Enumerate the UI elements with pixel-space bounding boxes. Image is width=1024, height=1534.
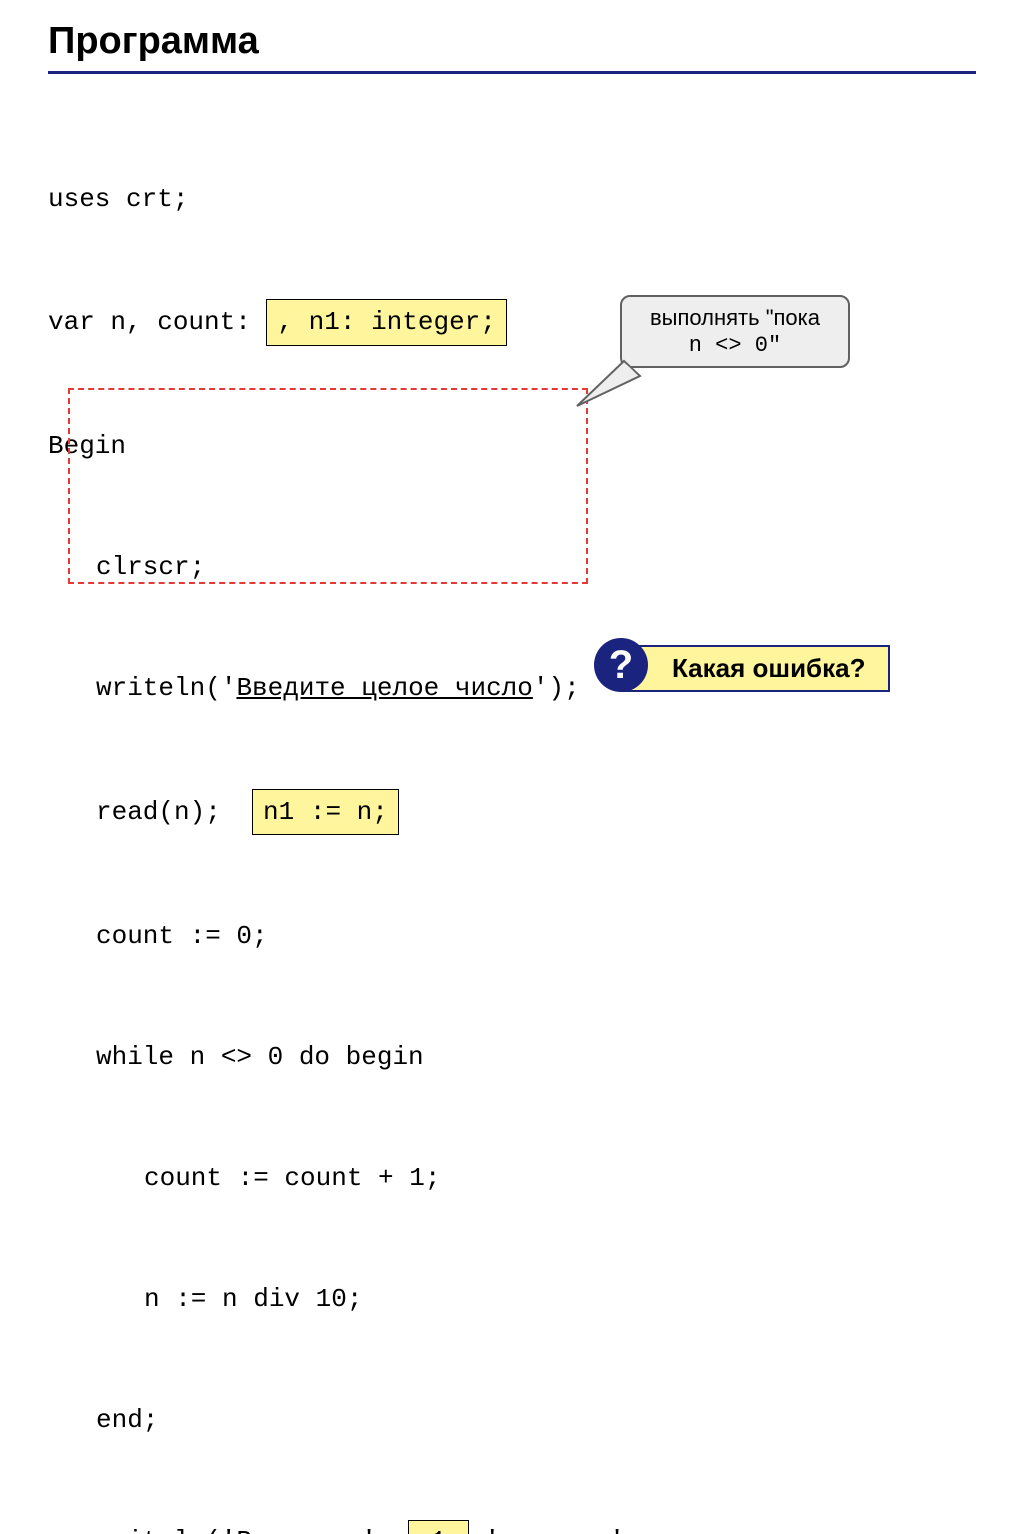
code-line: Begin [48,426,976,466]
question-box: Какая ошибка? [620,645,890,692]
slide: Программа uses crt; var n, count: , n1: … [0,0,1024,767]
callout-box: выполнять "пока n <> 0" [620,295,850,368]
question-text: Какая ошибка? [672,653,865,683]
code-line: read(n); n1 := n; [48,789,976,835]
code-line: writeln('В числе ', n1, ' нашли ', [48,1520,976,1534]
code-line: while n <> 0 do begin [48,1037,976,1077]
code-line: uses crt; [48,179,976,219]
callout-tail [572,358,642,408]
code-line: clrscr; [48,547,976,587]
callout-line2: n <> 0" [636,331,834,358]
highlight-n1-assign: n1 := n; [252,789,399,835]
question-mark-icon: ? [594,638,648,692]
code-line: n := n div 10; [48,1279,976,1319]
code-line: end; [48,1400,976,1440]
title-rule [48,71,976,74]
code-line: count := 0; [48,916,976,956]
callout-line1: выполнять "пока [636,305,834,331]
code-line: count := count + 1; [48,1158,976,1198]
highlight-n1-output: n1, [408,1520,469,1534]
highlight-n1-integer: , n1: integer; [266,299,506,345]
slide-title: Программа [48,20,976,63]
